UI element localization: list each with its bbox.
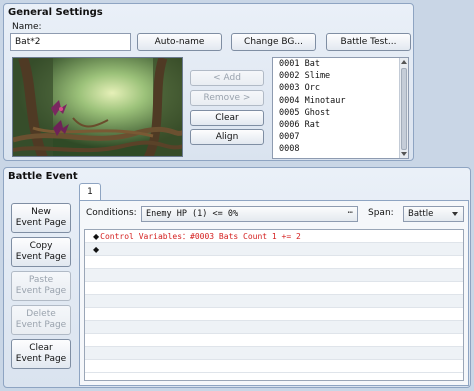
conditions-label: Conditions: [86,208,137,218]
enemy-list[interactable]: 0001 Bat 0002 Slime 0003 Orc 0004 Minotaur 0… [272,57,409,159]
clear-event-page-button[interactable]: Clear Event Page [11,339,71,369]
enemy-list-scrollbar[interactable] [399,58,408,158]
table-row[interactable] [85,295,463,308]
list-item[interactable]: 0007 [273,131,408,143]
command-marker-icon: ◆ [93,232,100,241]
list-item[interactable]: 0005 Ghost [273,107,408,119]
add-enemy-button[interactable]: < Add [190,70,264,86]
tab-page-1-label: 1 [87,187,93,197]
remove-enemy-button[interactable]: Remove > [190,90,264,106]
scroll-up-icon[interactable] [401,60,407,64]
copy-event-page-button[interactable]: Copy Event Page [11,237,71,267]
table-row[interactable] [85,321,463,334]
table-row[interactable] [85,347,463,360]
table-row[interactable] [85,360,463,373]
paste-event-page-button[interactable]: Paste Event Page [11,271,71,301]
scroll-thumb[interactable] [401,68,407,150]
list-item[interactable]: 0006 Rat [273,119,408,131]
table-row[interactable] [85,269,463,282]
conditions-field[interactable]: Enemy HP (1) <= 0% ⋯ [141,206,358,222]
span-select[interactable]: Battle [403,206,464,222]
align-enemies-button[interactable]: Align [190,129,264,145]
table-row[interactable] [85,282,463,295]
delete-event-page-button[interactable]: Delete Event Page [11,305,71,335]
span-value: Battle [408,209,434,219]
tab-page-1[interactable]: 1 [79,183,101,201]
chevron-down-icon [452,212,458,216]
command-marker-icon: ◆ [93,245,100,254]
battle-background-preview[interactable] [12,57,183,157]
ellipsis-icon: ⋯ [347,208,353,218]
name-label: Name: [12,22,42,32]
list-item[interactable]: 0003 Orc [273,82,408,94]
battle-event-title: Battle Event [8,171,78,182]
general-settings-title: General Settings [8,7,103,18]
list-item[interactable]: 0008 [273,143,408,155]
list-item[interactable]: 0004 Minotaur [273,95,408,107]
new-event-page-button[interactable]: New Event Page [11,203,71,233]
table-row[interactable] [85,256,463,269]
name-input[interactable]: Bat*2 [10,33,131,51]
table-row[interactable] [85,334,463,347]
battle-test-button[interactable]: Battle Test... [326,33,411,51]
event-command-list[interactable]: ◆Control Variables：#0003 Bats Count 1 +=… [84,229,464,381]
general-settings-panel: General Settings Name: Bat*2 Auto-name C… [3,3,414,161]
table-row[interactable]: ◆Control Variables：#0003 Bats Count 1 +=… [85,230,463,243]
span-label: Span: [368,208,394,218]
auto-name-button[interactable]: Auto-name [137,33,222,51]
table-row[interactable] [85,308,463,321]
conditions-value: Enemy HP (1) <= 0% [146,209,239,219]
forest-background-image [13,58,182,156]
event-page-content: Conditions: Enemy HP (1) <= 0% ⋯ Span: B… [79,200,469,386]
change-bg-button[interactable]: Change BG... [231,33,316,51]
list-item[interactable]: 0002 Slime [273,70,408,82]
table-row[interactable]: ◆ [85,243,463,256]
command-text: Control Variables：#0003 Bats Count 1 += … [100,232,301,241]
scroll-down-icon[interactable] [401,152,407,156]
battle-event-panel: Battle Event 1 Conditions: Enemy HP (1) … [3,167,471,388]
list-item[interactable]: 0001 Bat [273,58,408,70]
clear-enemies-button[interactable]: Clear [190,110,264,126]
